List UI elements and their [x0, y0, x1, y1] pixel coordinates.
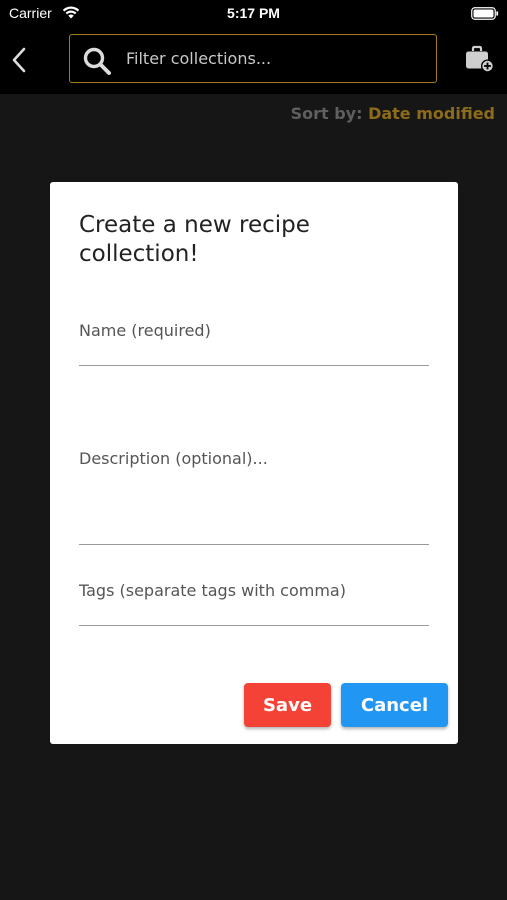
search-icon [83, 47, 111, 75]
status-time: 5:17 PM [227, 5, 280, 21]
add-collection-button[interactable] [462, 42, 496, 76]
sort-selector[interactable]: Sort by: Date modified [291, 104, 495, 123]
name-input[interactable] [79, 319, 429, 341]
create-collection-dialog: Create a new recipe collection! Save Can… [50, 182, 458, 744]
briefcase-plus-icon [466, 45, 494, 73]
search-box[interactable] [69, 34, 437, 83]
dialog-title: Create a new recipe collection! [79, 212, 310, 267]
tags-field [79, 579, 429, 626]
chevron-left-icon [12, 47, 26, 73]
name-field [79, 319, 429, 366]
back-button[interactable] [4, 42, 34, 78]
tags-input[interactable] [79, 579, 429, 601]
cancel-button[interactable]: Cancel [341, 683, 448, 727]
status-bar: Carrier 5:17 PM [0, 0, 507, 28]
battery-icon [471, 7, 499, 20]
app-header [0, 28, 507, 94]
description-input[interactable] [79, 449, 429, 539]
sort-label: Sort by: [290, 104, 363, 123]
save-button[interactable]: Save [244, 683, 331, 727]
description-field [79, 449, 429, 545]
search-input[interactable] [126, 35, 426, 81]
sort-value[interactable]: Date modified [368, 104, 495, 123]
app-screen: Carrier 5:17 PM Filter collections... So… [0, 0, 507, 900]
